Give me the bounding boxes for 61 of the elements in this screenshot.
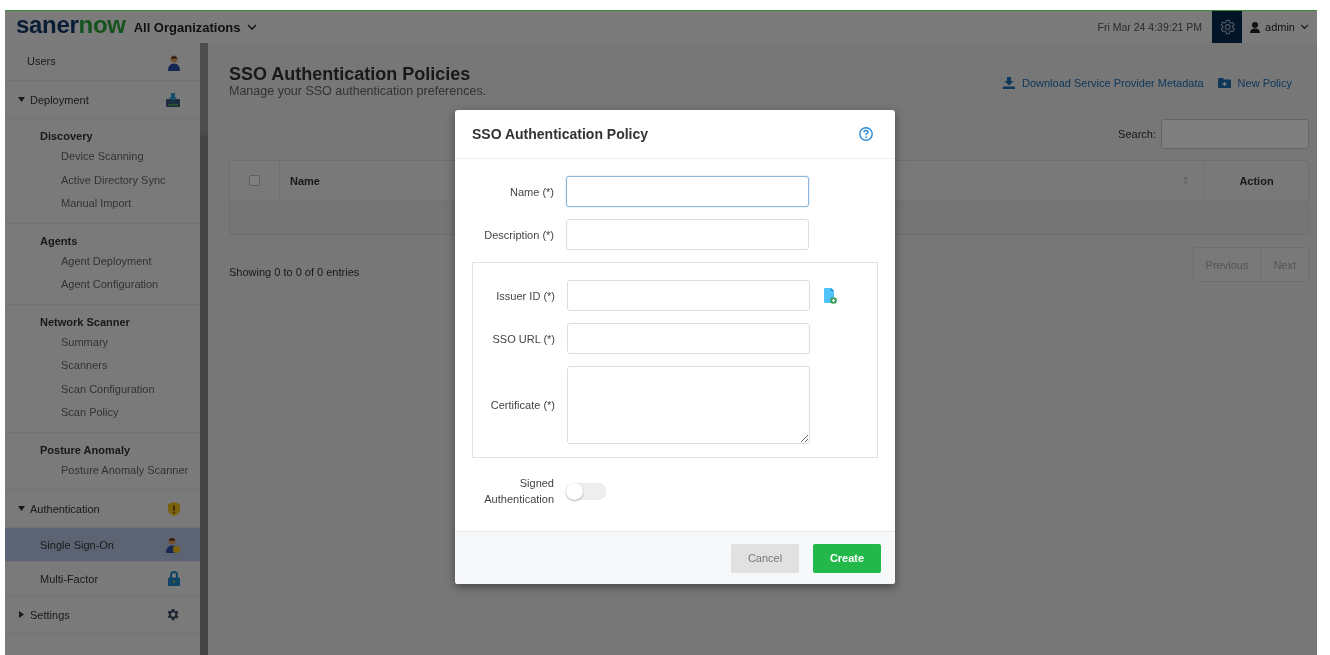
folder-icon [1217,78,1231,88]
sidebar-item[interactable]: Agent Configuration [5,273,200,297]
sidebar-group-heading: Discovery [39,129,94,144]
select-all-checkbox[interactable] [249,175,260,186]
sidebar-item[interactable]: Single Sign-On [5,528,200,562]
field-label: Certificate (*) [489,399,555,411]
sidebar-group-heading: Network Scanner [39,314,131,330]
action-link[interactable]: New Policy [1217,77,1292,89]
table-info: Showing 0 to 0 of 0 entries [229,266,360,278]
page-title: SSO Authentication Policies [229,64,472,84]
sidebar-item[interactable]: Scanners [5,354,200,378]
field-label: Description (*) [483,228,554,241]
sidebar-item[interactable]: Scan Configuration [5,377,200,401]
input-field[interactable] [566,219,809,250]
sidebar-item[interactable]: Device Scanning [5,145,200,169]
sidebar-item[interactable]: Scan Policy [5,401,200,425]
user-icon [168,55,180,71]
input-field[interactable] [567,280,810,311]
search-field[interactable] [1161,119,1309,149]
organization-dropdown[interactable]: All Organizations [133,19,257,35]
search-label: Search: [1118,128,1156,140]
settings-icon [1218,18,1237,36]
sidebar-item[interactable]: Manual Import [5,192,200,216]
field-label: Issuer ID (*) [495,289,555,302]
create-button[interactable]: Create [813,543,881,573]
date-time: Fri Mar 24 4:39:21 PM [1097,21,1203,33]
scrollbar[interactable] [200,43,208,655]
logo: sanernow [16,13,126,37]
chevron-down-icon [1300,24,1309,30]
settings-button[interactable] [1212,11,1243,43]
input-field[interactable] [566,176,809,207]
page-subtitle: Manage your SSO authentication preferences. [229,84,488,98]
sidebar-item[interactable]: Active Directory Sync [5,168,200,192]
sidebar-item[interactable]: Multi-Factor [5,562,200,596]
action-link[interactable]: Download Service Provider Metadata [1003,77,1204,89]
download-icon [1003,77,1015,89]
chevron-down-icon [246,23,257,31]
toggle-switch[interactable] [566,482,606,500]
cancel-button[interactable]: Cancel [731,543,799,573]
lock-icon [168,571,180,586]
user-menu[interactable]: admin [1242,21,1317,33]
column-header[interactable]: Action [1239,174,1274,187]
sidebar-item[interactable]: Summary [5,330,200,354]
sidebar-group-heading: Agents [39,233,79,249]
user-shield-icon [166,536,180,553]
sidebar-group-heading: Posture Anomaly [39,442,132,458]
gear-icon [165,607,180,622]
sidebar-item[interactable]: Agent Deployment [5,249,200,273]
text-area[interactable] [567,366,810,444]
file-add-icon[interactable] [823,287,837,304]
field-label: Name (*) [509,185,554,198]
input-field[interactable] [567,323,810,354]
sidebar-item[interactable]: Posture Anomaly Scanner [5,458,200,482]
sidebar-section[interactable]: Deployment [5,81,200,119]
dialog-title: SSO Authentication Policy [472,126,649,142]
shield-icon [168,501,180,516]
user-icon [1250,21,1261,33]
field-label: SSO URL (*) [491,332,555,345]
field-label: Signed Authentication [483,476,554,507]
help-icon [859,127,873,141]
download-tray-icon [166,92,180,107]
